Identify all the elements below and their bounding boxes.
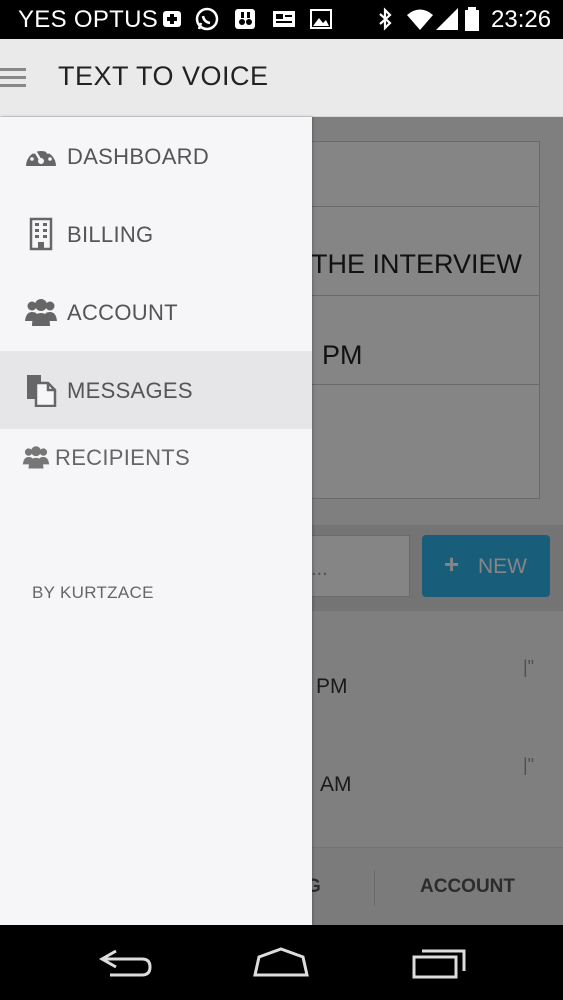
back-icon[interactable] [96, 943, 156, 983]
drawer-item-label: RECIPIENTS [55, 445, 191, 470]
recent-apps-icon[interactable] [410, 943, 470, 983]
wifi-icon [407, 9, 433, 30]
system-nav-bar [0, 925, 563, 1000]
drawer-item-label: DASHBOARD [67, 144, 210, 169]
users-icon [22, 446, 50, 469]
documents-icon [27, 375, 57, 407]
sim-card-icon [273, 11, 295, 27]
page-title: TEXT TO VOICE [58, 61, 269, 91]
whatsapp-icon [195, 7, 219, 31]
drawer-item-label: MESSAGES [67, 378, 193, 403]
drawer-item-label: ACCOUNT [67, 300, 178, 325]
byline: BY KURTZACE [32, 583, 154, 602]
battery-icon [465, 7, 479, 31]
navigation-drawer: DASHBOARD BILLING ACCOUNT MESSAGES RECIP… [0, 117, 312, 925]
dashboard-gauge-icon [26, 146, 56, 166]
voicemail-icon [235, 9, 255, 29]
bluetooth-icon [379, 7, 392, 31]
drawer-item-account[interactable]: ACCOUNT [0, 273, 312, 351]
drawer-item-label: BILLING [67, 222, 154, 247]
building-icon [29, 217, 53, 251]
drawer-item-billing[interactable]: BILLING [0, 195, 312, 273]
drawer-item-messages[interactable]: MESSAGES [0, 351, 312, 429]
hamburger-menu-icon[interactable] [0, 66, 28, 90]
app-bar: TEXT TO VOICE [0, 39, 563, 117]
image-icon [310, 9, 332, 29]
signal-icon [436, 8, 458, 30]
drawer-item-dashboard[interactable]: DASHBOARD [0, 117, 312, 195]
status-bar: YES OPTUS 23:26 [0, 0, 563, 39]
plus-notification-icon [163, 11, 181, 27]
home-icon[interactable] [251, 943, 311, 983]
clock: 23:26 [491, 6, 552, 33]
users-icon [25, 299, 57, 326]
drawer-item-recipients[interactable]: RECIPIENTS [0, 429, 312, 485]
carrier-name: YES OPTUS [18, 6, 159, 33]
